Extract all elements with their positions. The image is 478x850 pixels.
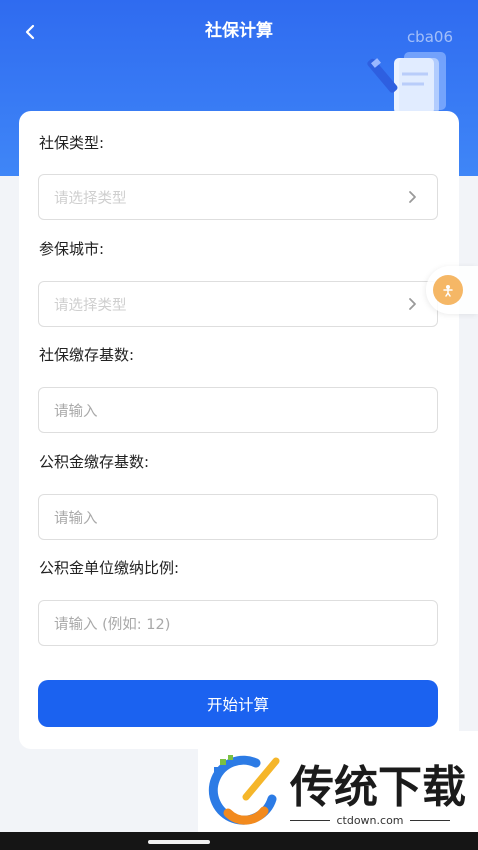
- insured-city-select[interactable]: 请选择类型: [38, 281, 438, 327]
- social-security-type-select[interactable]: 请选择类型: [38, 174, 438, 220]
- housing-fund-ratio-placeholder: 请输入 (例如: 12): [54, 616, 171, 633]
- ctdown-logo-icon: [208, 755, 280, 825]
- floating-assist-button[interactable]: [426, 266, 478, 314]
- social-security-base-label: 社保缴存基数:: [39, 346, 135, 364]
- insured-city-placeholder: 请选择类型: [54, 297, 127, 314]
- social-security-type-label: 社保类型:: [39, 134, 105, 152]
- housing-fund-ratio-label: 公积金单位缴纳比例:: [39, 559, 180, 577]
- social-security-base-placeholder: 请输入: [54, 403, 98, 420]
- divider: [290, 820, 331, 821]
- housing-fund-ratio-input[interactable]: 请输入 (例如: 12): [38, 600, 438, 646]
- social-security-type-placeholder: 请选择类型: [54, 190, 127, 207]
- chevron-right-icon: [409, 298, 416, 310]
- social-security-base-input[interactable]: 请输入: [38, 387, 438, 433]
- navigation-bar: [0, 832, 478, 850]
- divider: [409, 820, 450, 821]
- logo-domain-text: ctdown.com: [336, 814, 404, 827]
- form-card: 社保类型: 请选择类型 参保城市: 请选择类型 社保缴存基数: 请输入 公积金缴…: [19, 111, 459, 749]
- start-calculation-button[interactable]: 开始计算: [38, 680, 438, 727]
- chevron-right-icon: [409, 191, 416, 203]
- housing-fund-base-placeholder: 请输入: [54, 510, 98, 527]
- person-icon: [433, 275, 463, 305]
- housing-fund-base-label: 公积金缴存基数:: [39, 453, 150, 471]
- document-pen-illustration-icon: [367, 52, 446, 114]
- logo-domain: ctdown.com: [290, 814, 450, 827]
- home-indicator[interactable]: [148, 840, 210, 844]
- housing-fund-base-input[interactable]: 请输入: [38, 494, 438, 540]
- logo-text: 传统下载: [290, 762, 466, 813]
- insured-city-label: 参保城市:: [39, 240, 105, 258]
- watermark-text: cba06: [406, 28, 453, 46]
